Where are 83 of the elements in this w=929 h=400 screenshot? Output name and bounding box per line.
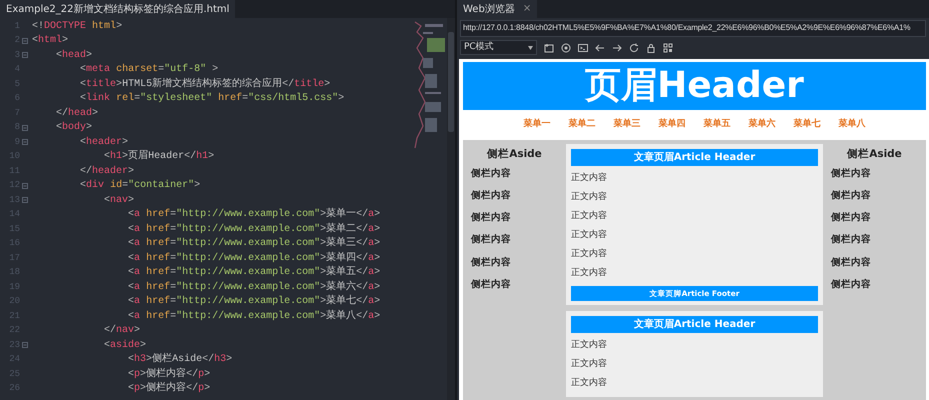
code-line: <meta charset="utf-8" > bbox=[79, 62, 218, 78]
nav-link[interactable]: 菜单四 bbox=[658, 118, 686, 132]
fold-icon[interactable] bbox=[22, 197, 28, 204]
aside-text: 侧栏内容 bbox=[471, 233, 512, 248]
code-line: <head> bbox=[55, 48, 92, 63]
aside-text: 侧栏内容 bbox=[831, 166, 872, 181]
tab-title: Web浏览器 bbox=[463, 2, 515, 16]
code-line: </head> bbox=[55, 106, 98, 121]
article-text: 正文内容 bbox=[571, 210, 608, 223]
code-line: <p>侧栏内容</p> bbox=[127, 381, 210, 396]
code-line: <h3>侧栏Aside</h3> bbox=[127, 352, 232, 368]
code-line: <div id="container"> bbox=[79, 178, 200, 194]
aside-text: 侧栏内容 bbox=[471, 211, 512, 226]
aside-text: 侧栏内容 bbox=[831, 211, 872, 226]
aside-text: 侧栏内容 bbox=[831, 256, 872, 270]
article-header: 文章页眉Article Header bbox=[571, 316, 818, 333]
code-line: <h1>页眉Header</h1> bbox=[103, 149, 214, 164]
code-line: <title>HTML5新增文档结构标签的综合应用</title> bbox=[79, 76, 330, 92]
nav-link[interactable]: 菜单七 bbox=[794, 118, 820, 132]
code-line: <link rel="stylesheet" href="css/html5.css"> bbox=[79, 92, 344, 106]
nav-link[interactable]: 菜单二 bbox=[568, 118, 596, 132]
aside-text: 侧栏内容 bbox=[471, 256, 512, 270]
code-line: <a href="http://www.example.com">菜单三</a> bbox=[127, 236, 380, 252]
nav-link[interactable]: 菜单五 bbox=[704, 118, 730, 132]
nav-link[interactable]: 菜单三 bbox=[614, 118, 640, 132]
screenshot-icon[interactable] bbox=[544, 42, 554, 52]
article-text: 正文内容 bbox=[571, 190, 608, 204]
code-line: <body> bbox=[55, 120, 92, 136]
code-line: <a href="http://www.example.com">菜单五</a> bbox=[127, 265, 380, 280]
code-line: <html> bbox=[31, 34, 68, 48]
console-icon[interactable] bbox=[578, 42, 588, 52]
article-text: 正文内容 bbox=[571, 376, 608, 390]
article-text: 正文内容 bbox=[571, 172, 608, 185]
code-line: <nav> bbox=[103, 194, 134, 208]
article-header: 文章页眉Article Header bbox=[571, 149, 818, 166]
fold-icon[interactable] bbox=[22, 52, 28, 58]
code-line: <a href="http://www.example.com">菜单四</a> bbox=[127, 250, 380, 266]
code-line: <header> bbox=[79, 136, 128, 150]
nav-link[interactable]: 菜单八 bbox=[838, 118, 866, 132]
close-button[interactable]: × bbox=[522, 2, 532, 16]
grid-icon[interactable] bbox=[663, 42, 673, 52]
code-line: <p>侧栏内容</p> bbox=[127, 366, 210, 382]
scrollbar-thumb[interactable] bbox=[448, 32, 454, 132]
fold-icon[interactable] bbox=[22, 342, 28, 348]
lock-icon[interactable] bbox=[646, 42, 656, 52]
url-field[interactable]: http://127.0.0.1:8848/ch02HTML5%E5%9F%BA%E7%A1%80/Example2_22%E6%96%B0%E5%A2%9E%E6%96%87%E6%A1% bbox=[460, 20, 926, 37]
page-header: 页眉Header bbox=[463, 62, 926, 110]
code-line: <a href="http://www.example.com">菜单二</a> bbox=[127, 222, 380, 236]
fold-icon[interactable] bbox=[22, 182, 28, 189]
nav-link[interactable]: 菜单一 bbox=[524, 118, 550, 132]
aside-text: 侧栏内容 bbox=[471, 166, 512, 181]
code-line: </nav> bbox=[103, 324, 140, 338]
article-text: 正文内容 bbox=[571, 228, 608, 242]
caret-icon bbox=[528, 46, 533, 50]
code-line: <a href="http://www.example.com">菜单六</a> bbox=[127, 280, 380, 294]
aside-title: 侧栏Aside bbox=[486, 148, 543, 161]
aside-text: 侧栏内容 bbox=[471, 188, 512, 203]
aside-text: 侧栏内容 bbox=[831, 278, 872, 292]
nav-link[interactable]: 菜单六 bbox=[748, 118, 776, 132]
reload-icon[interactable] bbox=[629, 42, 639, 52]
aside-text: 侧栏内容 bbox=[831, 233, 872, 248]
article-text: 正文内容 bbox=[571, 358, 608, 371]
back-icon[interactable] bbox=[595, 42, 605, 52]
aside-text: 侧栏内容 bbox=[471, 278, 512, 292]
article-text: 正文内容 bbox=[571, 338, 608, 352]
code-line: </header> bbox=[79, 164, 134, 179]
aside-title: 侧栏Aside bbox=[846, 148, 903, 161]
mode-dropdown[interactable]: PC模式 bbox=[460, 40, 537, 55]
forward-icon[interactable] bbox=[612, 42, 622, 52]
code-line: <a href="http://www.example.com">菜单七</a> bbox=[127, 294, 380, 310]
target-icon[interactable] bbox=[561, 42, 571, 52]
code-line: <a href="http://www.example.com">菜单八</a> bbox=[127, 308, 380, 324]
code-line: <aside> bbox=[103, 338, 146, 353]
article-text: 正文内容 bbox=[571, 248, 608, 261]
editor-tab[interactable]: Example2_22新增文档结构标签的综合应用.html bbox=[0, 0, 236, 18]
fold-icon[interactable] bbox=[22, 38, 28, 44]
fold-icon[interactable] bbox=[22, 139, 28, 146]
fold-icon[interactable] bbox=[22, 124, 28, 131]
code-line: <!DOCTYPE html> bbox=[31, 20, 122, 34]
code-line: <a href="http://www.example.com">菜单一</a> bbox=[127, 207, 380, 222]
aside-text: 侧栏内容 bbox=[831, 188, 872, 203]
browser-tab[interactable]: Web浏览器 × bbox=[457, 0, 538, 18]
article-text: 正文内容 bbox=[571, 266, 608, 280]
